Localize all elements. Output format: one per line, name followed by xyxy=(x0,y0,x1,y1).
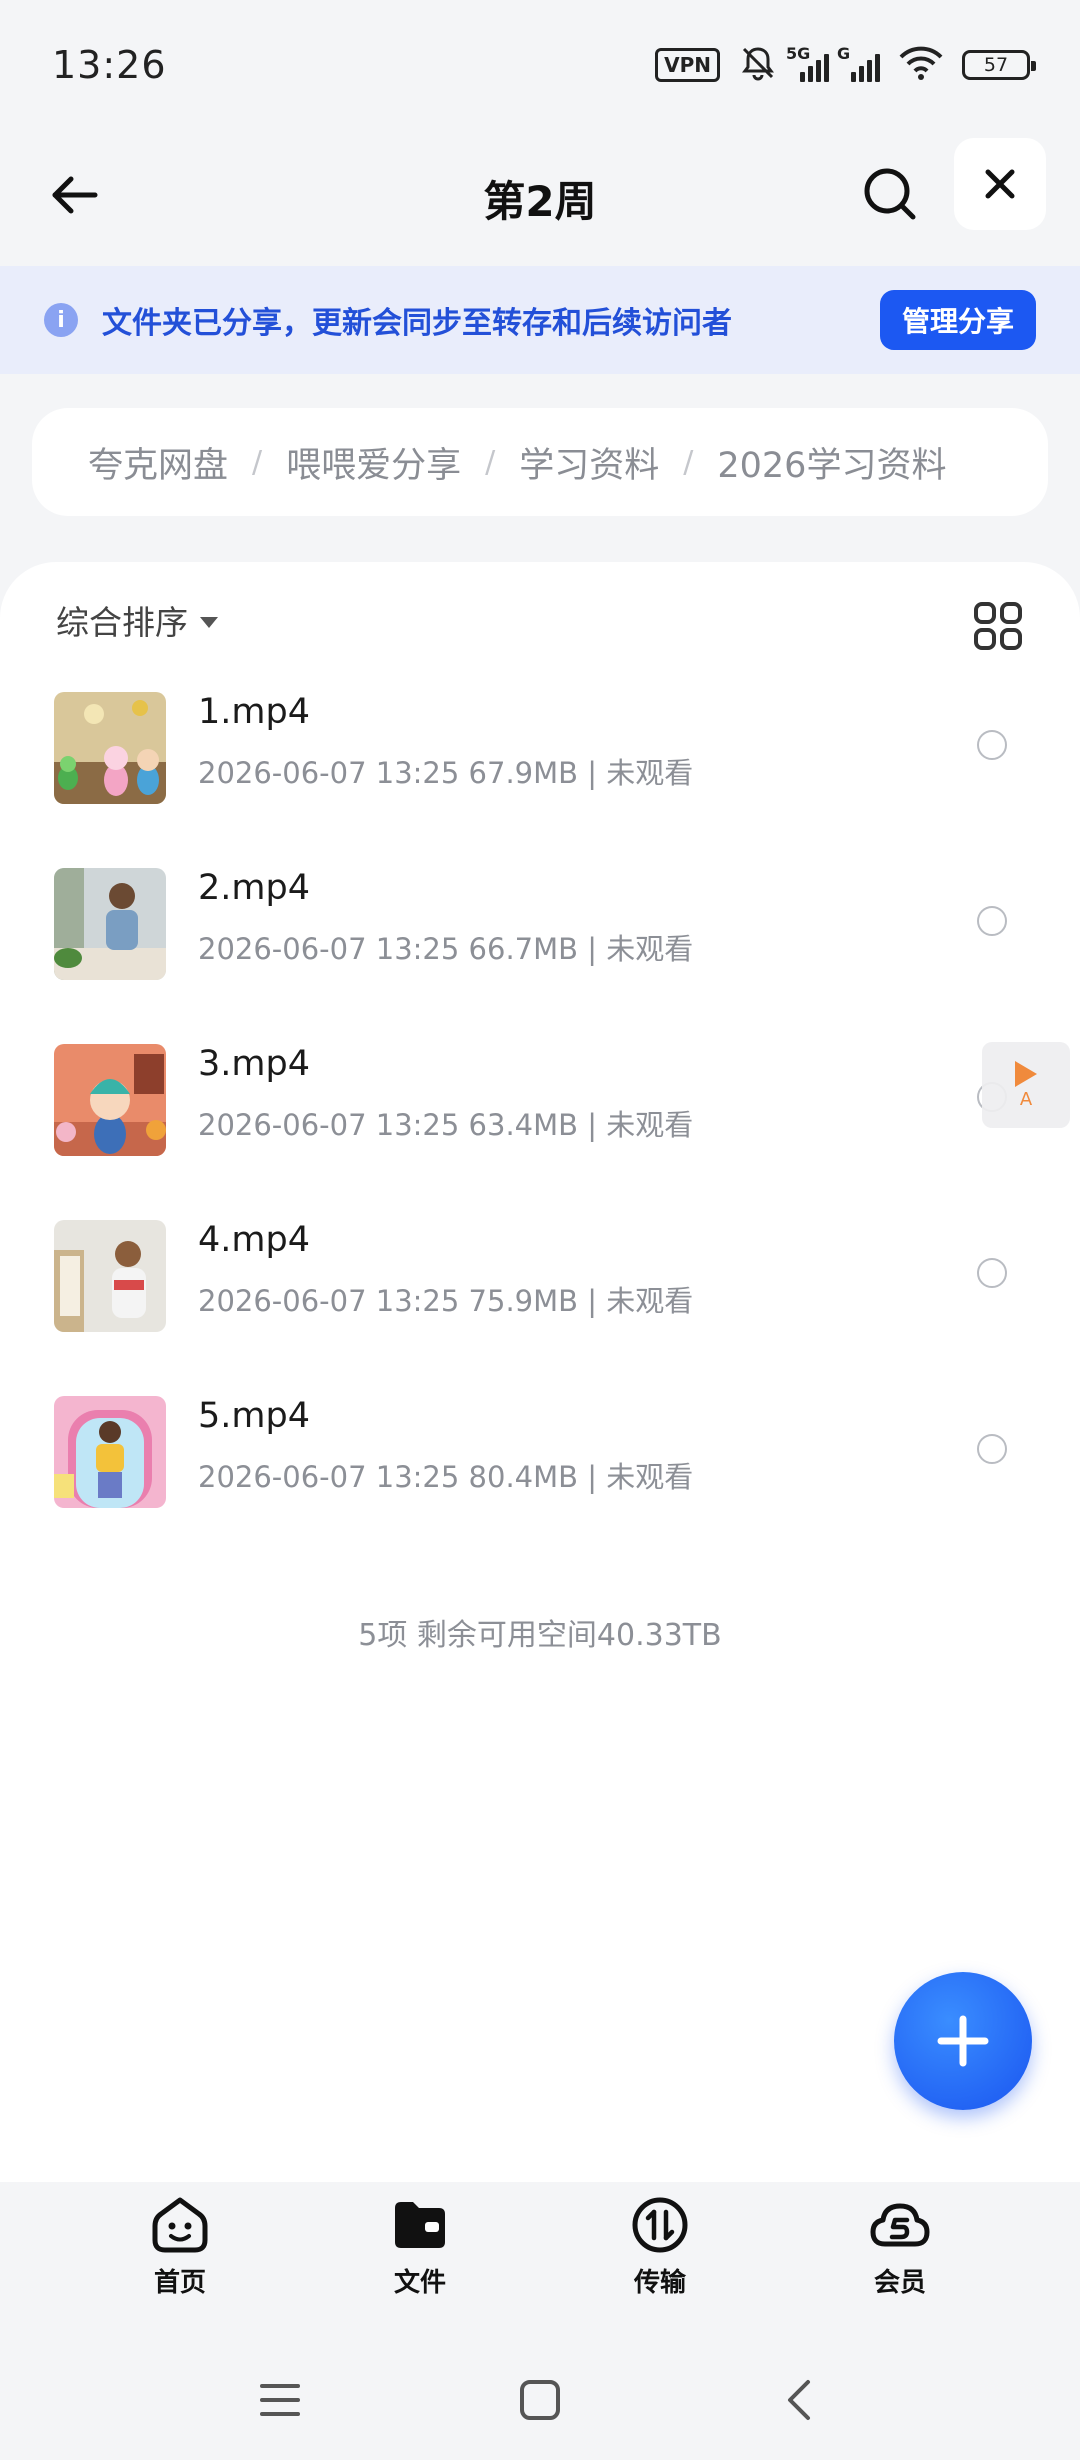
back-nav-button[interactable] xyxy=(770,2370,830,2430)
file-name: 4.mp4 xyxy=(198,1220,310,1260)
file-name: 1.mp4 xyxy=(198,692,310,732)
file-meta: 2026-06-07 13:25 63.4MB | 未观看 xyxy=(198,1108,694,1142)
file-meta: 2026-06-07 13:25 80.4MB | 未观看 xyxy=(198,1460,694,1494)
file-list: 1.mp4 2026-06-07 13:25 67.9MB | 未观看 2.mp… xyxy=(0,692,1080,1572)
nav-label: 传输 xyxy=(633,2268,686,2298)
signal-sim1-icon: 5G xyxy=(786,44,829,82)
member-cloud-icon xyxy=(867,2192,933,2258)
battery-icon: 57 xyxy=(962,50,1036,80)
video-thumbnail xyxy=(54,868,166,980)
file-name: 5.mp4 xyxy=(198,1396,310,1436)
sort-label: 综合排序 xyxy=(56,603,188,642)
file-meta: 2026-06-07 13:25 75.9MB | 未观看 xyxy=(198,1284,694,1318)
vpn-icon: VPN xyxy=(655,48,720,82)
file-name: 3.mp4 xyxy=(198,1044,310,1084)
header: 第2周 xyxy=(0,130,1080,266)
nav-item-transfer[interactable]: 传输 xyxy=(590,2182,730,2312)
breadcrumb-item[interactable]: 2026学习资料 xyxy=(717,437,946,488)
breadcrumb: 夸克网盘 / 喂喂爱分享 / 学习资料 / 2026学习资料 xyxy=(32,408,1048,516)
page-title: 第2周 xyxy=(483,176,597,226)
select-radio[interactable] xyxy=(977,1434,1007,1464)
storage-summary: 5项 剩余可用空间40.33TB xyxy=(358,1618,722,1653)
select-radio[interactable] xyxy=(977,1258,1007,1288)
file-row[interactable]: 2.mp4 2026-06-07 13:25 66.7MB | 未观看 xyxy=(0,868,1080,1044)
nav-label: 文件 xyxy=(393,2268,446,2298)
grid-icon xyxy=(974,602,1022,650)
nav-label: 首页 xyxy=(153,2268,206,2298)
search-button[interactable] xyxy=(852,156,928,232)
video-thumbnail xyxy=(54,1044,166,1156)
play-icon xyxy=(1015,1060,1037,1087)
select-radio[interactable] xyxy=(977,730,1007,760)
nav-label: 会员 xyxy=(873,2268,926,2298)
info-icon: i xyxy=(44,303,78,337)
transfer-icon xyxy=(627,2192,693,2258)
nav-item-files[interactable]: 文件 xyxy=(350,2182,490,2312)
breadcrumb-separator: / xyxy=(485,444,496,480)
menu-icon xyxy=(260,2384,300,2416)
breadcrumb-item[interactable]: 学习资料 xyxy=(519,437,659,488)
share-banner-text: 文件夹已分享，更新会同步至转存和后续访问者 xyxy=(102,306,732,341)
close-icon xyxy=(985,169,1015,199)
plus-icon xyxy=(937,2015,989,2067)
sort-dropdown[interactable]: 综合排序 xyxy=(56,596,218,644)
manage-share-button[interactable]: 管理分享 xyxy=(879,290,1036,350)
status-bar: 13:26 VPN 5G G 57 xyxy=(0,0,1080,130)
breadcrumb-separator: / xyxy=(683,444,694,480)
caret-down-icon xyxy=(200,616,218,628)
file-meta: 2026-06-07 13:25 67.9MB | 未观看 xyxy=(198,756,694,790)
breadcrumb-item[interactable]: 喂喂爱分享 xyxy=(286,437,461,488)
file-row[interactable]: 4.mp4 2026-06-07 13:25 75.9MB | 未观看 xyxy=(0,1220,1080,1396)
search-icon xyxy=(864,168,916,220)
square-icon xyxy=(520,2380,560,2420)
share-banner: i 文件夹已分享，更新会同步至转存和后续访问者 管理分享 xyxy=(0,266,1080,374)
video-thumbnail xyxy=(54,692,166,804)
arrow-left-icon xyxy=(52,176,98,214)
select-radio[interactable] xyxy=(977,906,1007,936)
grid-view-button[interactable] xyxy=(970,598,1026,654)
smile-face-icon xyxy=(147,2192,213,2258)
bottom-nav: 首页 文件 传输 会员 xyxy=(0,2182,1080,2312)
close-button[interactable] xyxy=(954,138,1046,230)
home-button[interactable] xyxy=(510,2370,570,2430)
system-nav-bar xyxy=(0,2340,1080,2460)
floating-play-label: A xyxy=(1019,1088,1033,1110)
file-row[interactable]: 1.mp4 2026-06-07 13:25 67.9MB | 未观看 xyxy=(0,692,1080,868)
add-button[interactable] xyxy=(894,1972,1032,2110)
mute-bell-icon xyxy=(738,43,778,87)
floating-play-button[interactable]: A xyxy=(982,1042,1070,1128)
back-button[interactable] xyxy=(40,160,110,230)
signal-sim2-icon: G xyxy=(837,44,880,82)
status-icons: VPN 5G G 57 xyxy=(655,43,1036,87)
video-thumbnail xyxy=(54,1396,166,1508)
nav-item-member[interactable]: 会员 xyxy=(830,2182,970,2312)
chevron-left-icon xyxy=(788,2380,810,2420)
menu-button[interactable] xyxy=(250,2370,310,2430)
breadcrumb-item[interactable]: 夸克网盘 xyxy=(88,437,228,488)
status-time: 13:26 xyxy=(52,43,167,87)
file-row[interactable]: 3.mp4 2026-06-07 13:25 63.4MB | 未观看 xyxy=(0,1044,1080,1220)
nav-item-home[interactable]: 首页 xyxy=(110,2182,250,2312)
file-name: 2.mp4 xyxy=(198,868,310,908)
file-list-card: 综合排序 1.mp4 2026-06-07 13:25 67.9MB | 未观看… xyxy=(0,562,1080,2192)
wifi-icon xyxy=(898,45,944,85)
file-meta: 2026-06-07 13:25 66.7MB | 未观看 xyxy=(198,932,694,966)
file-row[interactable]: 5.mp4 2026-06-07 13:25 80.4MB | 未观看 xyxy=(0,1396,1080,1572)
breadcrumb-separator: / xyxy=(252,444,263,480)
folder-icon xyxy=(387,2192,453,2258)
video-thumbnail xyxy=(54,1220,166,1332)
